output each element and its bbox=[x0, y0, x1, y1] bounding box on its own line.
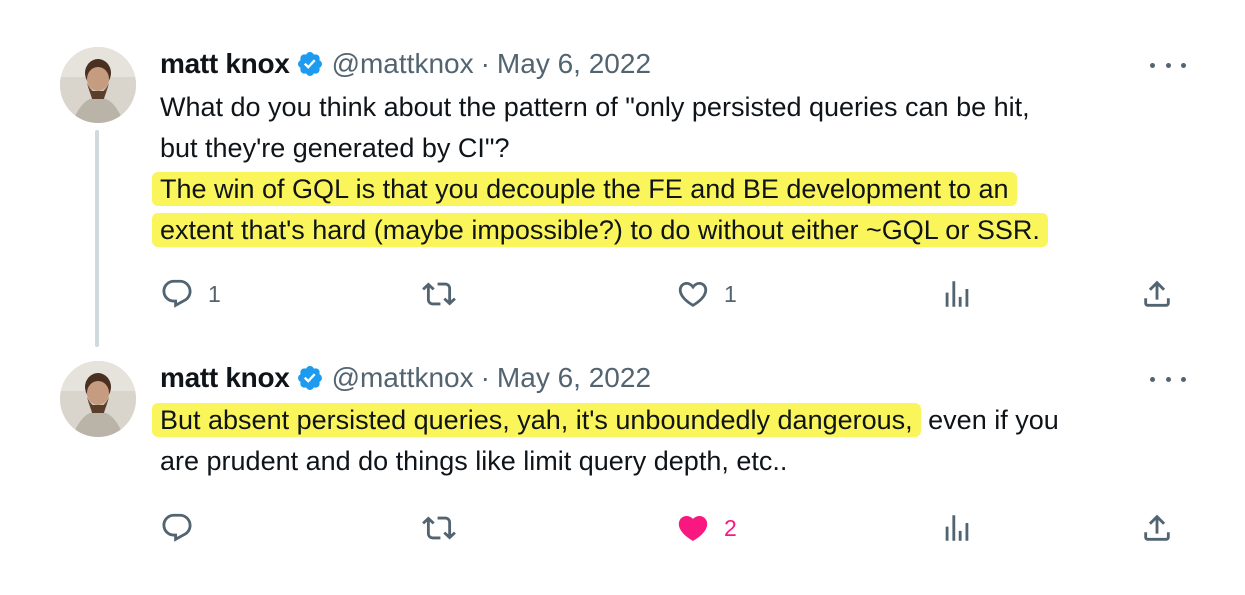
retweet-button[interactable] bbox=[422, 508, 470, 548]
thread-connector-line bbox=[95, 130, 99, 347]
author-name[interactable]: matt knox bbox=[160, 362, 290, 394]
tweet[interactable]: matt knox @mattknox · May 6, 2022 But ab… bbox=[0, 335, 1245, 595]
tweet-text: But absent persisted queries, yah, it's … bbox=[152, 400, 1200, 482]
reply-icon bbox=[162, 513, 192, 542]
author-handle[interactable]: @mattknox bbox=[332, 362, 474, 394]
highlighted-text: extent that's hard (maybe impossible?) t… bbox=[152, 213, 1048, 247]
tweet-text-line: What do you think about the pattern of "… bbox=[160, 92, 1030, 122]
separator-dot: · bbox=[480, 48, 490, 79]
highlighted-text: The win of GQL is that you decouple the … bbox=[152, 172, 1017, 206]
tweet-header: matt knox @mattknox · May 6, 2022 bbox=[160, 46, 651, 82]
tweet-text-line: but they're generated by CI"? bbox=[160, 133, 510, 163]
highlighted-text: But absent persisted queries, yah, it's … bbox=[152, 403, 921, 437]
like-button[interactable]: 2 bbox=[676, 508, 737, 548]
tweet-header: matt knox @mattknox · May 6, 2022 bbox=[160, 360, 651, 396]
share-icon bbox=[1144, 280, 1170, 307]
like-count: 1 bbox=[724, 280, 737, 307]
share-icon bbox=[1144, 514, 1170, 541]
author-handle[interactable]: @mattknox bbox=[332, 48, 474, 80]
share-button[interactable] bbox=[1140, 274, 1174, 314]
tweet-text-rest: even if you bbox=[920, 405, 1059, 435]
like-button[interactable]: 1 bbox=[676, 274, 737, 314]
avatar[interactable] bbox=[60, 361, 136, 437]
heart-filled-icon bbox=[678, 515, 708, 541]
analytics-icon bbox=[945, 515, 969, 541]
more-options-icon[interactable] bbox=[1150, 55, 1186, 75]
avatar[interactable] bbox=[60, 47, 136, 123]
more-options-icon[interactable] bbox=[1150, 369, 1186, 389]
reply-button[interactable]: 1 bbox=[160, 274, 221, 314]
views-button[interactable] bbox=[940, 508, 974, 548]
retweet-icon bbox=[422, 516, 456, 540]
separator-dot: · bbox=[480, 362, 490, 393]
analytics-icon bbox=[945, 281, 969, 307]
verified-badge-icon bbox=[297, 52, 322, 76]
reply-button[interactable] bbox=[160, 508, 208, 548]
author-name[interactable]: matt knox bbox=[160, 48, 290, 80]
reply-count: 1 bbox=[208, 280, 221, 307]
tweet-text-line: are prudent and do things like limit que… bbox=[160, 446, 788, 476]
tweet-date[interactable]: May 6, 2022 bbox=[497, 48, 651, 80]
share-button[interactable] bbox=[1140, 508, 1174, 548]
tweet-date[interactable]: May 6, 2022 bbox=[497, 362, 651, 394]
tweet-text: What do you think about the pattern of "… bbox=[152, 87, 1200, 251]
heart-icon bbox=[678, 281, 708, 307]
tweet[interactable]: matt knox @mattknox · May 6, 2022 What d… bbox=[0, 0, 1245, 347]
reply-icon bbox=[162, 279, 192, 308]
views-button[interactable] bbox=[940, 274, 974, 314]
retweet-button[interactable] bbox=[422, 274, 470, 314]
like-count: 2 bbox=[724, 514, 737, 541]
verified-badge-icon bbox=[297, 366, 322, 390]
retweet-icon bbox=[422, 282, 456, 306]
